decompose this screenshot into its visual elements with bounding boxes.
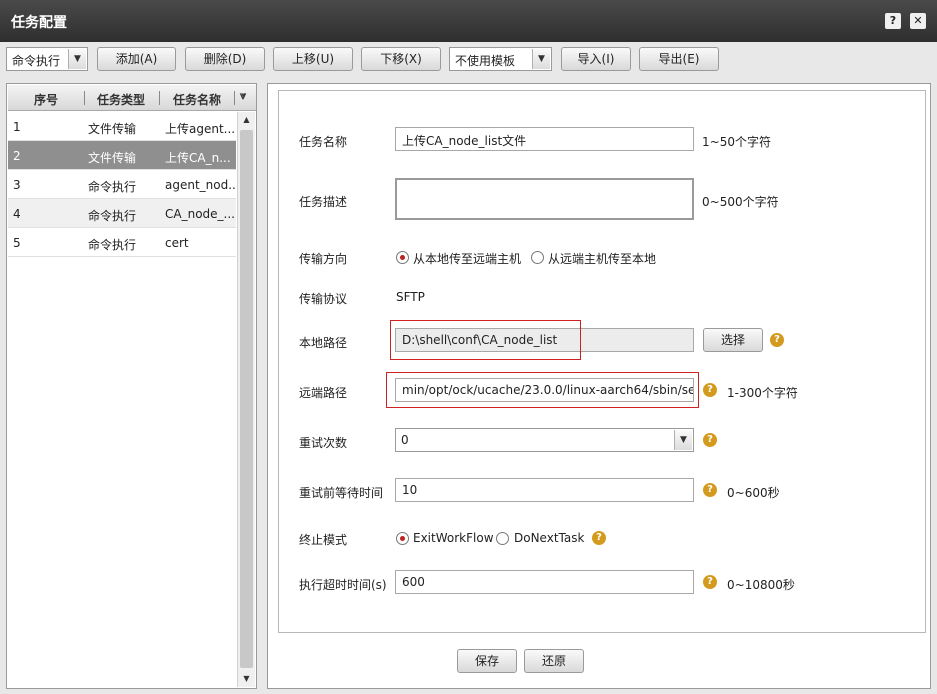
remote-path-hint: 1-300个字符	[727, 386, 798, 400]
table-row[interactable]: 3 命令执行 agent_nod...	[8, 170, 236, 199]
help-icon[interactable]: ?	[703, 575, 717, 589]
task-list-panel: 序号 任务类型 任务名称 ⩔ 1 文件传输 上传agent... 2 文件传输 …	[6, 83, 257, 689]
import-button[interactable]: 导入(I)	[561, 47, 631, 71]
help-icon[interactable]: ?	[703, 483, 717, 497]
choose-path-button[interactable]: 选择	[703, 328, 763, 352]
delete-button[interactable]: 删除(D)	[185, 47, 265, 71]
chevron-down-icon[interactable]: ▼	[68, 49, 86, 69]
direction-label: 传输方向	[299, 252, 348, 266]
column-separator	[234, 91, 235, 105]
local-path-label: 本地路径	[299, 336, 348, 350]
task-list-scrollbar[interactable]: ▲ ▼	[237, 112, 255, 687]
add-button[interactable]: 添加(A)	[97, 47, 176, 71]
save-button[interactable]: 保存	[457, 649, 517, 673]
highlight-box	[390, 320, 581, 360]
move-up-button[interactable]: 上移(U)	[273, 47, 353, 71]
task-desc-hint: 0~500个字符	[702, 195, 779, 209]
remote-path-label: 远端路径	[299, 386, 348, 400]
column-header-name[interactable]: 任务名称	[173, 91, 221, 108]
timeout-hint: 0~10800秒	[727, 578, 795, 592]
task-name-label: 任务名称	[299, 135, 348, 149]
cell-no: 5	[13, 236, 21, 250]
timeout-input[interactable]: 600	[395, 570, 694, 594]
direction-local-to-remote-label[interactable]: 从本地传至远端主机	[413, 250, 521, 267]
table-row[interactable]: 2 文件传输 上传CA_n...	[8, 141, 236, 170]
stop-mode-exit-label[interactable]: ExitWorkFlow	[413, 531, 494, 545]
chevron-down-icon[interactable]: ▼	[674, 430, 692, 450]
task-detail-panel: 任务名称 上传CA_node_list文件 1~50个字符 任务描述 0~500…	[267, 83, 931, 689]
retry-count-select[interactable]: 0 ▼	[395, 428, 694, 452]
direction-remote-to-local-radio[interactable]	[531, 251, 544, 264]
export-button[interactable]: 导出(E)	[639, 47, 719, 71]
cell-type: 命令执行	[88, 180, 137, 194]
title-bar: 任务配置 ? ✕	[0, 0, 937, 42]
template-select[interactable]: 不使用模板 ▼	[449, 47, 552, 71]
window-title: 任务配置	[11, 15, 67, 31]
reset-button[interactable]: 还原	[524, 649, 584, 673]
task-list-body: 1 文件传输 上传agent... 2 文件传输 上传CA_n... 3 命令执…	[8, 112, 236, 257]
retry-wait-hint: 0~600秒	[727, 486, 780, 500]
task-form: 任务名称 上传CA_node_list文件 1~50个字符 任务描述 0~500…	[278, 90, 926, 633]
table-row[interactable]: 4 命令执行 CA_node_...	[8, 199, 236, 228]
retry-wait-input[interactable]: 10	[395, 478, 694, 502]
help-icon[interactable]: ?	[770, 333, 784, 347]
cell-no: 4	[13, 207, 21, 221]
cell-name: cert	[165, 236, 189, 250]
table-row[interactable]: 5 命令执行 cert	[8, 228, 236, 257]
cell-type: 文件传输	[88, 151, 137, 165]
column-separator	[159, 91, 160, 105]
column-separator	[84, 91, 85, 105]
protocol-value: SFTP	[396, 290, 425, 304]
help-icon[interactable]: ?	[703, 383, 717, 397]
cell-type: 命令执行	[88, 209, 137, 223]
retry-count-value: 0	[401, 433, 409, 447]
task-desc-label: 任务描述	[299, 195, 348, 209]
column-header-no[interactable]: 序号	[34, 91, 58, 108]
task-type-select-value: 命令执行	[12, 54, 61, 68]
retry-wait-label: 重试前等待时间	[299, 486, 384, 500]
cell-no: 2	[13, 149, 21, 163]
cell-name: 上传CA_n...	[165, 151, 231, 165]
cell-type: 命令执行	[88, 238, 137, 252]
retry-count-label: 重试次数	[299, 436, 348, 450]
task-desc-textarea[interactable]	[395, 178, 694, 220]
column-menu-icon[interactable]: ⩔	[240, 89, 246, 103]
template-select-value: 不使用模板	[455, 54, 516, 68]
help-icon[interactable]: ?	[592, 531, 606, 545]
task-name-hint: 1~50个字符	[702, 135, 771, 149]
scroll-up-icon[interactable]: ▲	[238, 112, 255, 128]
highlight-box	[386, 372, 699, 408]
table-row[interactable]: 1 文件传输 上传agent...	[8, 112, 236, 141]
protocol-label: 传输协议	[299, 292, 348, 306]
direction-remote-to-local-label[interactable]: 从远端主机传至本地	[548, 250, 656, 267]
cell-name: agent_nod...	[165, 178, 235, 192]
task-list-header: 序号 任务类型 任务名称 ⩔	[8, 85, 256, 111]
task-type-select[interactable]: 命令执行 ▼	[6, 47, 88, 71]
help-icon[interactable]: ?	[703, 433, 717, 447]
column-header-type[interactable]: 任务类型	[97, 91, 145, 108]
move-down-button[interactable]: 下移(X)	[361, 47, 441, 71]
task-name-input[interactable]: 上传CA_node_list文件	[395, 127, 694, 151]
close-icon[interactable]: ✕	[910, 13, 926, 29]
cell-type: 文件传输	[88, 122, 137, 136]
timeout-label: 执行超时时间(s)	[299, 578, 387, 592]
chevron-down-icon[interactable]: ▼	[532, 49, 550, 69]
cell-name: CA_node_...	[165, 207, 235, 221]
stop-mode-label: 终止模式	[299, 533, 348, 547]
scroll-down-icon[interactable]: ▼	[238, 671, 255, 687]
help-icon[interactable]: ?	[885, 13, 901, 29]
cell-name: 上传agent...	[165, 122, 235, 136]
cell-no: 1	[13, 120, 21, 134]
stop-mode-next-label[interactable]: DoNextTask	[514, 531, 584, 545]
scrollbar-thumb[interactable]	[240, 130, 253, 668]
stop-mode-exit-radio[interactable]	[396, 532, 409, 545]
cell-no: 3	[13, 178, 21, 192]
direction-local-to-remote-radio[interactable]	[396, 251, 409, 264]
stop-mode-next-radio[interactable]	[496, 532, 509, 545]
